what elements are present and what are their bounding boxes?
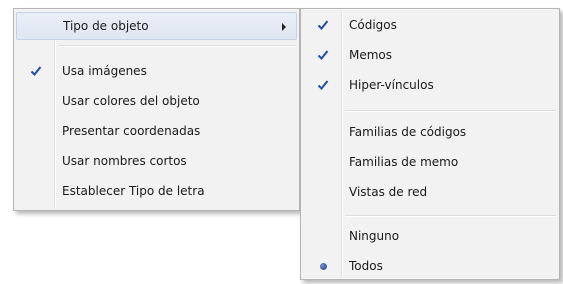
checkmark-icon bbox=[315, 17, 331, 33]
menu-separator bbox=[345, 215, 556, 217]
submenu-item-familias-de-codigos[interactable]: Familias de códigos bbox=[303, 119, 557, 147]
menu-item-tipo-de-objeto[interactable]: Tipo de objeto bbox=[16, 12, 297, 40]
menu-item-label: Presentar coordenadas bbox=[62, 124, 201, 138]
submenu-arrow-icon bbox=[282, 23, 286, 31]
submenu-item-label: Todos bbox=[349, 259, 383, 273]
menu-item-usar-nombres-cortos[interactable]: Usar nombres cortos bbox=[16, 148, 297, 176]
submenu-item-hiper-vinculos[interactable]: Hiper-vínculos bbox=[303, 72, 557, 100]
submenu-item-codigos[interactable]: Códigos bbox=[303, 12, 557, 40]
submenu-item-familias-de-memo[interactable]: Familias de memo bbox=[303, 149, 557, 177]
menu-item-label: Usa imágenes bbox=[62, 64, 147, 78]
submenu-item-label: Memos bbox=[349, 48, 393, 62]
submenu-item-todos[interactable]: Todos bbox=[303, 253, 557, 281]
checkmark-icon bbox=[315, 77, 331, 93]
menu-item-establecer-tipo-de-letra[interactable]: Establecer Tipo de letra bbox=[16, 178, 297, 206]
checkmark-icon bbox=[315, 47, 331, 63]
submenu-tipo-de-objeto: Códigos Memos Hiper-vínculos Familias de… bbox=[300, 8, 560, 280]
menu-item-presentar-coordenadas[interactable]: Presentar coordenadas bbox=[16, 118, 297, 146]
submenu-item-label: Familias de códigos bbox=[349, 125, 467, 139]
submenu-item-label: Códigos bbox=[349, 18, 397, 32]
menu-item-label: Usar colores del objeto bbox=[62, 94, 200, 108]
menu-separator bbox=[58, 45, 296, 47]
checkmark-icon bbox=[28, 63, 44, 79]
menu-item-label: Establecer Tipo de letra bbox=[62, 184, 205, 198]
menu-item-label: Usar nombres cortos bbox=[62, 154, 187, 168]
submenu-item-label: Vistas de red bbox=[349, 185, 428, 199]
submenu-item-vistas-de-red[interactable]: Vistas de red bbox=[303, 179, 557, 207]
radio-dot-icon bbox=[315, 258, 331, 274]
menu-item-usar-colores-del-objeto[interactable]: Usar colores del objeto bbox=[16, 88, 297, 116]
submenu-item-ninguno[interactable]: Ninguno bbox=[303, 223, 557, 251]
submenu-item-label: Familias de memo bbox=[349, 155, 459, 169]
submenu-item-label: Hiper-vínculos bbox=[349, 78, 434, 92]
submenu-item-label: Ninguno bbox=[349, 229, 400, 243]
menu-separator bbox=[345, 110, 556, 112]
menu-item-usa-imagenes[interactable]: Usa imágenes bbox=[16, 58, 297, 86]
context-menu: Tipo de objeto Usa imágenes Usar colores… bbox=[13, 8, 300, 211]
submenu-item-memos[interactable]: Memos bbox=[303, 42, 557, 70]
menu-item-label: Tipo de objeto bbox=[63, 19, 149, 33]
